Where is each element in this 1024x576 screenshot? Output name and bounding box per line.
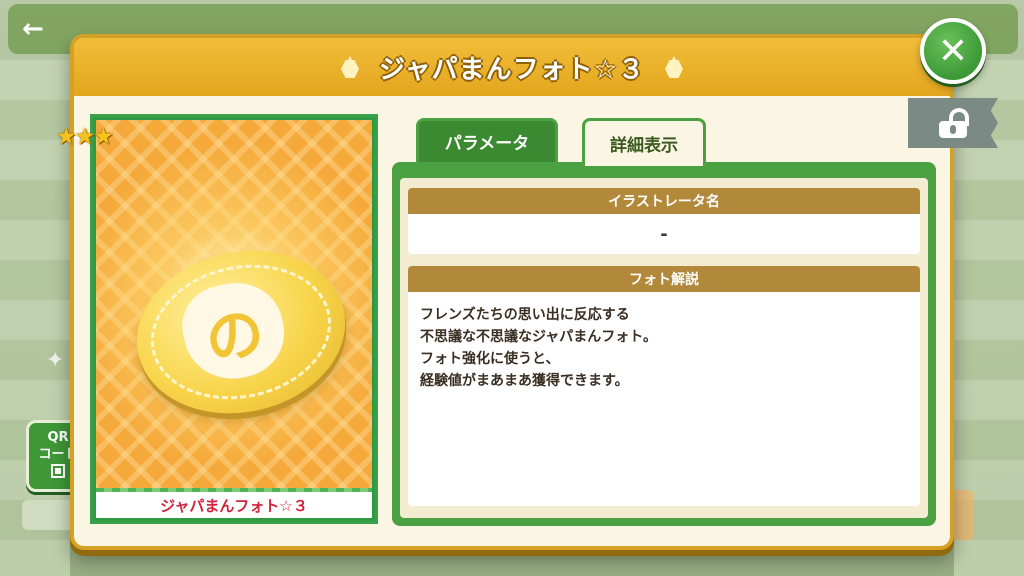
close-button[interactable]: ✕ xyxy=(920,18,986,84)
tab-details[interactable]: 詳細表示 xyxy=(582,118,706,166)
photo-card-name: ジャパまんフォト☆３ xyxy=(96,492,372,518)
illustrator-heading: イラストレータ名 xyxy=(408,188,920,214)
dialog-title: ジャパまんフォト☆３ xyxy=(378,54,645,85)
description-body: フレンズたちの思い出に反応する 不思議な不思議なジャパまんフォト。 フォト強化に… xyxy=(408,292,920,506)
back-arrow-icon: ← xyxy=(22,14,44,44)
dialog-header: ジャパまんフォト☆３ xyxy=(74,38,950,96)
description-line: 経験値がまあまあ獲得できます。 xyxy=(420,373,629,389)
japaman-hex-icon xyxy=(663,56,685,78)
detail-panel: イラストレータ名 - フォト解説 フレンズたちの思い出に反応する 不思議な不思議… xyxy=(392,162,936,526)
sparkle-icon: ✦ xyxy=(46,348,65,373)
detail-panel-inner: イラストレータ名 - フォト解説 フレンズたちの思い出に反応する 不思議な不思議… xyxy=(400,178,928,518)
rarity-stars-icon: ★★★ xyxy=(56,124,114,150)
japaman-hex-icon xyxy=(339,56,361,78)
close-icon: ✕ xyxy=(937,30,969,72)
description-line: 不思議な不思議なジャパまんフォト。 xyxy=(420,329,658,345)
description-line: フォト強化に使うと、 xyxy=(420,351,560,367)
illustrator-name-value: - xyxy=(408,214,920,254)
qr-icon xyxy=(51,464,65,478)
description-heading: フォト解説 xyxy=(408,266,920,292)
unlocked-padlock-icon xyxy=(939,108,969,138)
description-text: フレンズたちの思い出に反応する 不思議な不思議なジャパまんフォト。 フォト強化に… xyxy=(408,292,920,404)
tab-parameters[interactable]: パラメータ xyxy=(416,118,558,162)
lock-toggle-button[interactable] xyxy=(908,98,998,148)
description-line: フレンズたちの思い出に反応する xyxy=(420,307,630,323)
